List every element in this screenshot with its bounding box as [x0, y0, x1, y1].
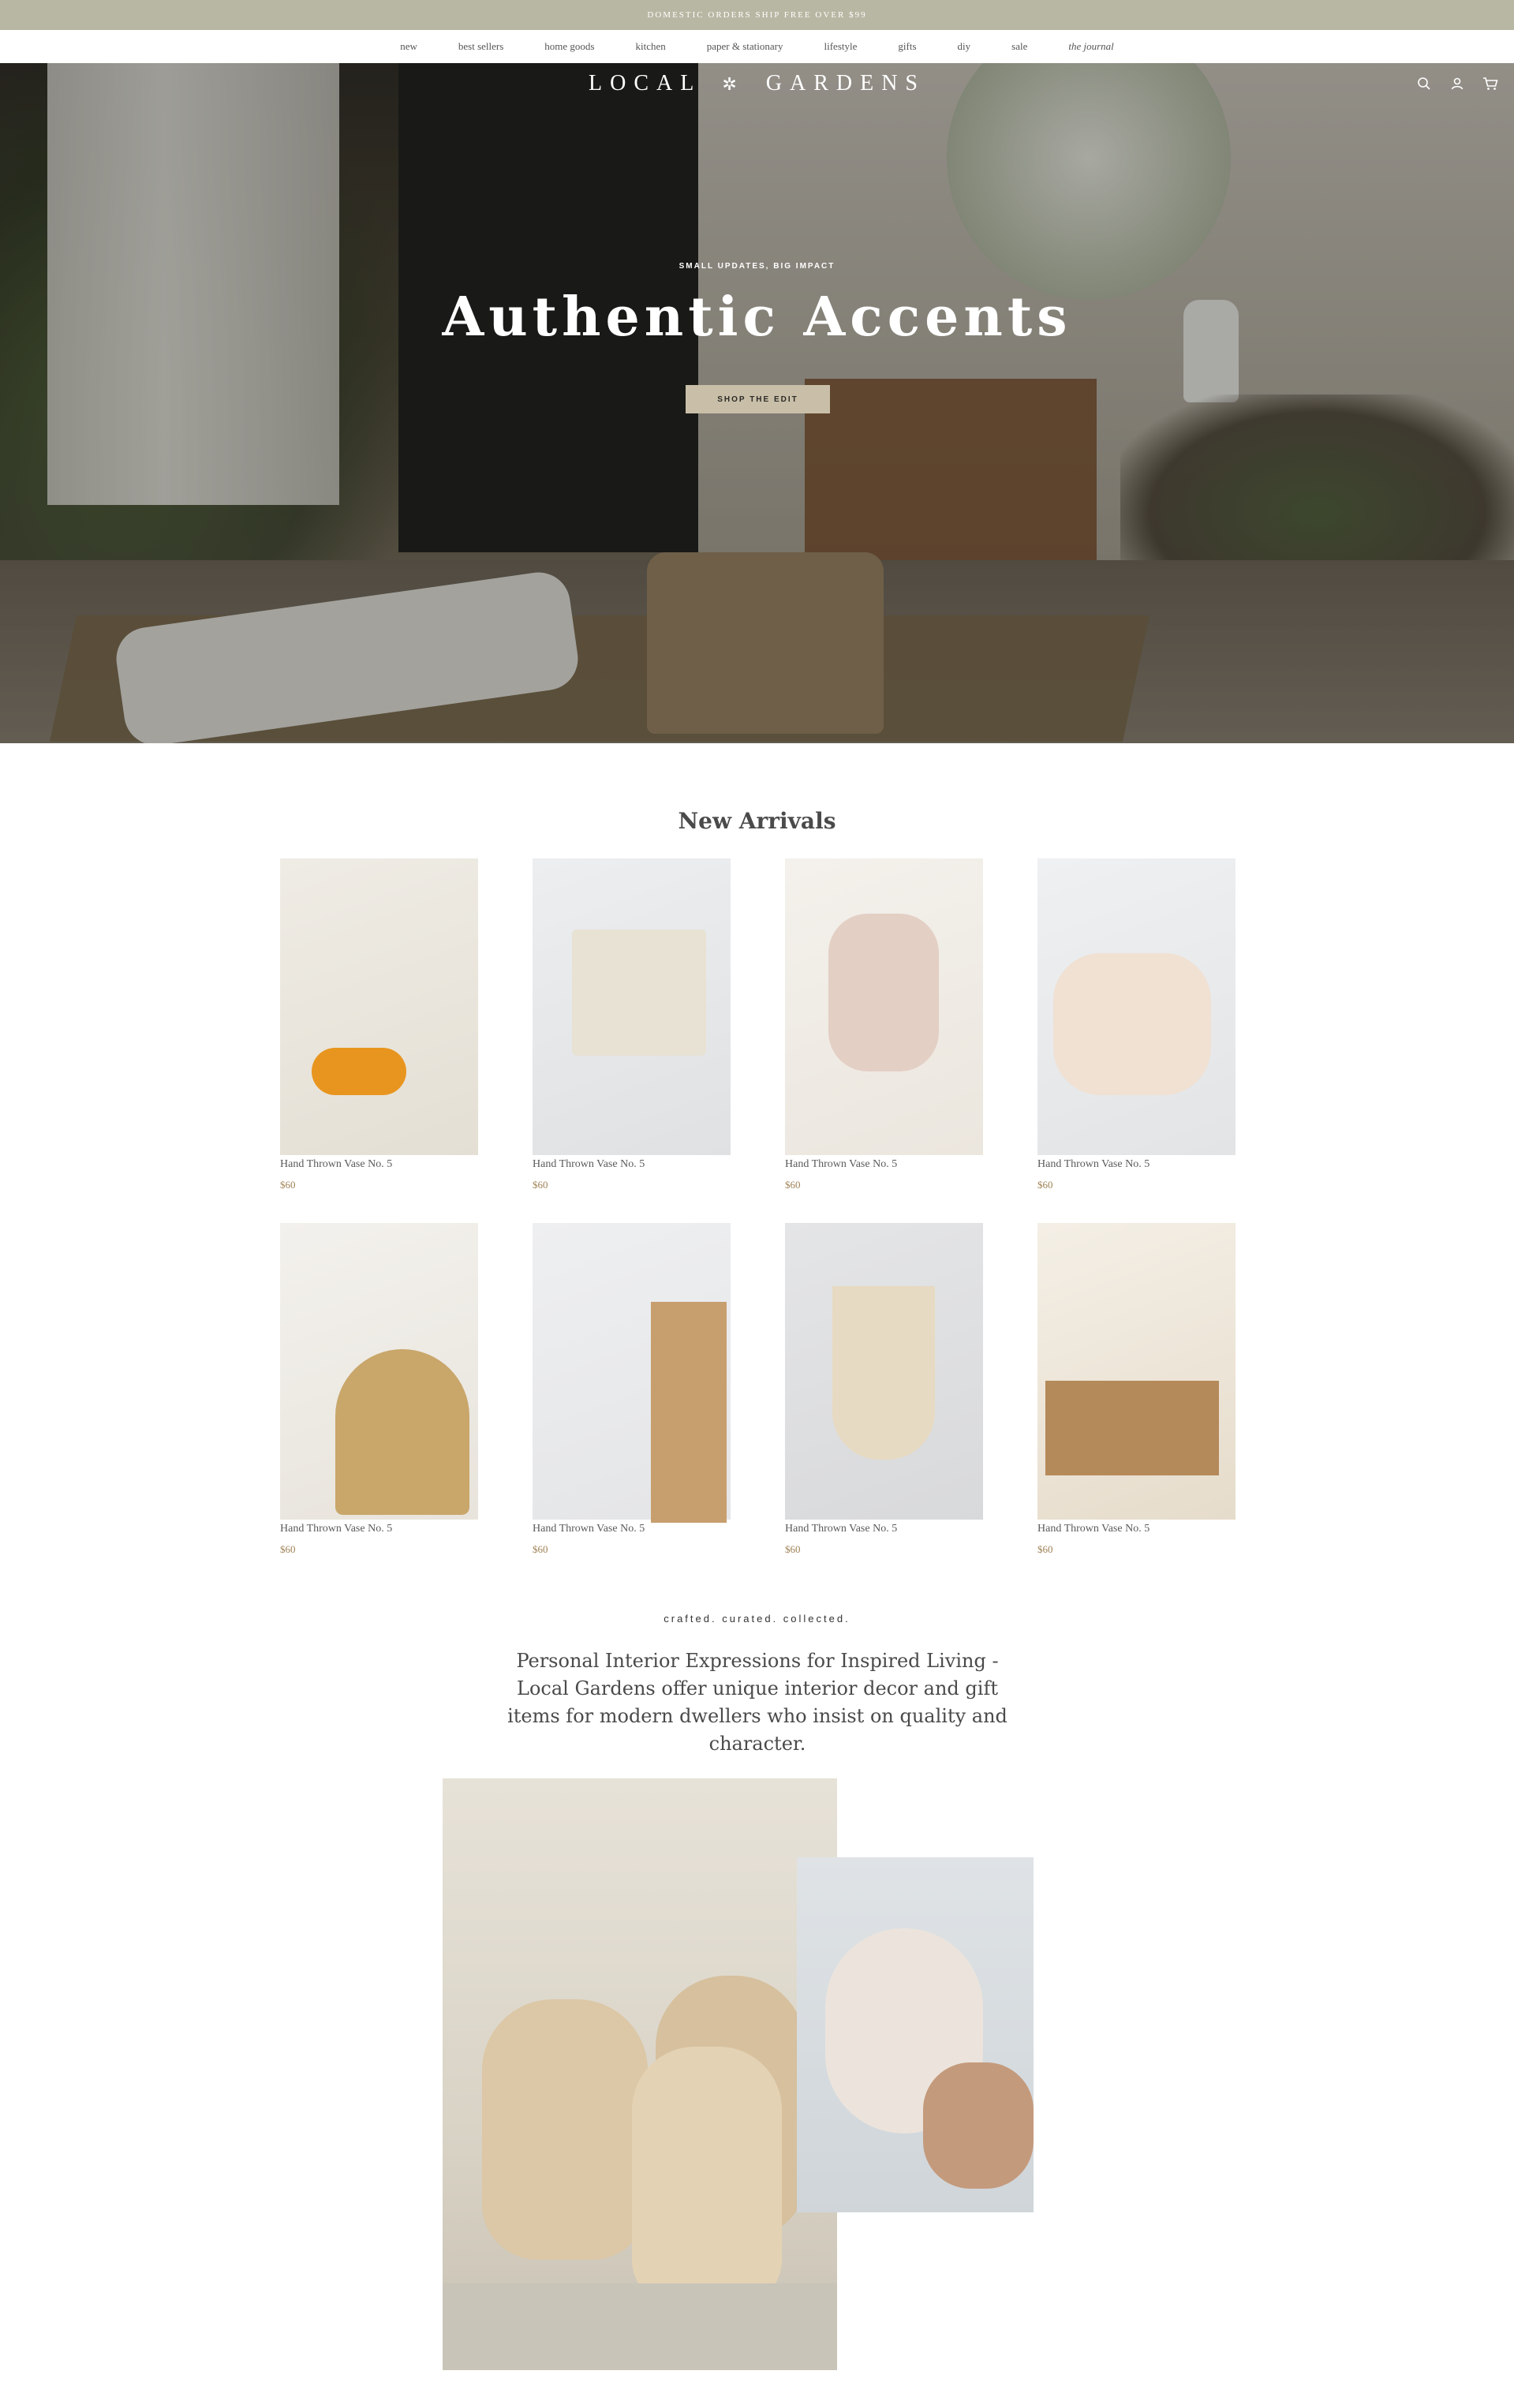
brand-left: LOCAL — [589, 71, 701, 95]
announcement-text: DOMESTIC ORDERS SHIP FREE OVER $99 — [647, 10, 867, 20]
cart-icon[interactable] — [1482, 76, 1498, 92]
nav-item-kitchen[interactable]: kitchen — [635, 40, 665, 53]
product-image[interactable] — [1037, 1223, 1235, 1520]
nav-item-lifestyle[interactable]: lifestyle — [824, 40, 858, 53]
product-name[interactable]: Hand Thrown Vase No. 5 — [533, 1158, 731, 1171]
product-price: $60 — [1037, 1543, 1053, 1555]
product-name[interactable]: Hand Thrown Vase No. 5 — [1037, 1158, 1235, 1171]
product-price: $60 — [785, 1179, 801, 1191]
hero-eyebrow: SMALL UPDATES, BIG IMPACT — [678, 262, 836, 271]
product-name[interactable]: Hand Thrown Vase No. 5 — [533, 1523, 731, 1535]
product-price: $60 — [280, 1543, 296, 1555]
nav-item-diy[interactable]: diy — [958, 40, 971, 53]
vase-shape — [482, 1999, 648, 2260]
product-image[interactable] — [1037, 858, 1235, 1155]
search-icon[interactable] — [1416, 76, 1432, 92]
account-icon[interactable] — [1449, 76, 1465, 92]
nav-item-sale[interactable]: sale — [1011, 40, 1027, 53]
product-image[interactable] — [785, 1223, 983, 1520]
product-card[interactable]: Hand Thrown Vase No. 5 $60 — [1037, 858, 1235, 1191]
vases-photo — [443, 1778, 837, 2370]
header-icons — [1416, 76, 1498, 92]
product-card[interactable]: Hand Thrown Vase No. 5 $60 — [533, 1223, 731, 1556]
product-name[interactable]: Hand Thrown Vase No. 5 — [1037, 1523, 1235, 1535]
product-card[interactable]: Hand Thrown Vase No. 5 $60 — [1037, 1223, 1235, 1556]
product-image[interactable] — [785, 858, 983, 1155]
product-image[interactable] — [280, 1223, 478, 1520]
brand-mark-icon: ✲ — [722, 74, 745, 94]
about-text: Personal Interior Expressions for Inspir… — [507, 1650, 1007, 1755]
nav-item-paper-stationary[interactable]: paper & stationary — [707, 40, 783, 53]
shop-the-edit-button[interactable]: SHOP THE EDIT — [686, 385, 830, 413]
product-image[interactable] — [533, 858, 731, 1155]
product-price: $60 — [785, 1543, 801, 1555]
product-name[interactable]: Hand Thrown Vase No. 5 — [785, 1523, 983, 1535]
brand-logo[interactable]: LOCAL ✲ GARDENS — [0, 71, 1514, 96]
product-card[interactable]: Hand Thrown Vase No. 5 $60 — [785, 1223, 983, 1556]
product-name[interactable]: Hand Thrown Vase No. 5 — [280, 1158, 478, 1171]
vase-shape — [632, 2047, 782, 2307]
nav-item-best-sellers[interactable]: best sellers — [458, 40, 503, 53]
nav-item-gifts[interactable]: gifts — [898, 40, 916, 53]
table-surface — [443, 2283, 837, 2370]
product-name[interactable]: Hand Thrown Vase No. 5 — [280, 1523, 478, 1535]
announcement-bar: DOMESTIC ORDERS SHIP FREE OVER $99 — [0, 0, 1514, 30]
product-card[interactable]: Hand Thrown Vase No. 5 $60 — [280, 858, 478, 1191]
product-image[interactable] — [280, 858, 478, 1155]
product-image[interactable] — [533, 1223, 731, 1523]
product-card[interactable]: Hand Thrown Vase No. 5 $60 — [533, 858, 731, 1191]
product-price: $60 — [533, 1179, 548, 1191]
held-vase-photo — [797, 1857, 1034, 2212]
product-price: $60 — [280, 1179, 296, 1191]
product-card[interactable]: Hand Thrown Vase No. 5 $60 — [280, 1223, 478, 1556]
brand-tagline: crafted. curated. collected. — [664, 1613, 850, 1625]
product-name[interactable]: Hand Thrown Vase No. 5 — [785, 1158, 983, 1171]
product-price: $60 — [1037, 1179, 1053, 1191]
nav-item-new[interactable]: new — [400, 40, 417, 53]
nav-item-the-journal[interactable]: the journal — [1068, 40, 1113, 53]
product-card[interactable]: Hand Thrown Vase No. 5 $60 — [785, 858, 983, 1191]
brand-right: GARDENS — [765, 71, 925, 95]
main-nav: new best sellers home goods kitchen pape… — [0, 30, 1514, 63]
hero-title: Authentic Accents — [442, 286, 1072, 349]
product-price: $60 — [533, 1543, 548, 1555]
hand-shape — [923, 2062, 1034, 2189]
new-arrivals-title: New Arrivals — [678, 808, 836, 834]
nav-item-home-goods[interactable]: home goods — [544, 40, 594, 53]
